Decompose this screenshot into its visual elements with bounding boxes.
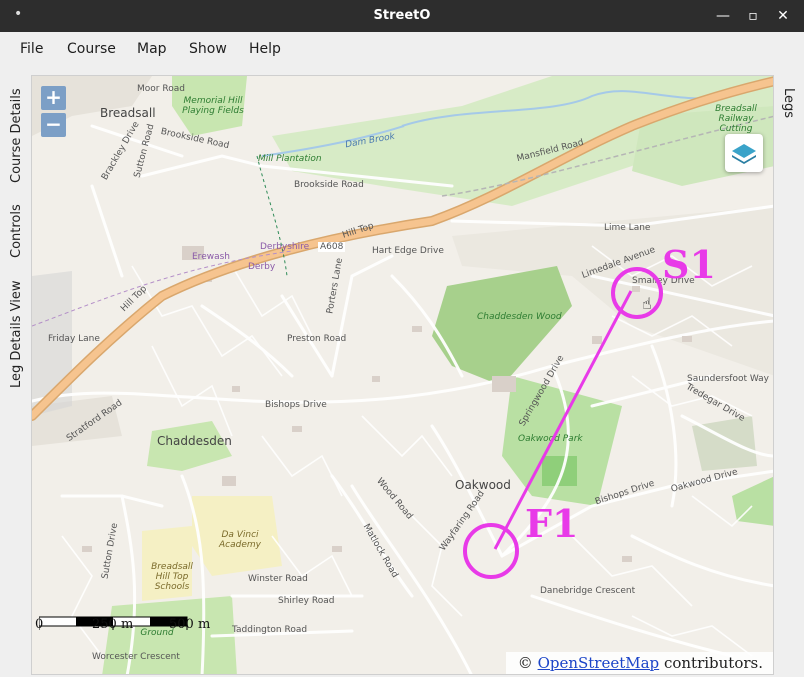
layers-icon <box>732 144 756 164</box>
map-view[interactable]: Breadsall Chaddesden Oakwood Chaddesden … <box>31 75 774 675</box>
openstreetmap-link[interactable]: OpenStreetMap <box>538 654 660 672</box>
menu-map[interactable]: Map <box>137 41 167 57</box>
control-label-s1[interactable]: S1 <box>662 242 716 287</box>
tab-leg-details-view[interactable]: Leg Details View <box>9 281 24 388</box>
menu-help[interactable]: Help <box>249 41 281 57</box>
scale-label-500: 500 m <box>169 617 211 632</box>
zoom-in-button[interactable]: + <box>41 86 66 110</box>
tab-legs[interactable]: Legs <box>781 88 796 118</box>
menu-course[interactable]: Course <box>67 41 116 57</box>
menu-file[interactable]: File <box>20 41 43 57</box>
scale-label-0: 0 <box>35 617 44 632</box>
zoom-out-button[interactable]: − <box>41 113 66 137</box>
tab-course-details[interactable]: Course Details <box>9 88 24 183</box>
hand-cursor-icon: ☝ <box>642 294 652 313</box>
menu-show[interactable]: Show <box>189 41 227 57</box>
control-circle-f1 <box>463 523 519 579</box>
menu-bar: File Course Map Show Help <box>0 32 804 66</box>
copyright-symbol: © <box>517 654 533 672</box>
window-title: StreetO <box>373 8 431 23</box>
maximize-button[interactable]: ▫ <box>741 4 765 28</box>
attribution-suffix: contributors. <box>663 654 763 672</box>
title-bar: • StreetO — ▫ ✕ <box>0 0 804 32</box>
control-circle-s1 <box>611 267 663 319</box>
layers-button[interactable] <box>725 134 763 172</box>
course-overlay <box>463 267 663 579</box>
map-attribution: © OpenStreetMap contributors. <box>505 652 773 674</box>
close-button[interactable]: ✕ <box>771 4 795 28</box>
control-label-f1[interactable]: F1 <box>525 501 578 546</box>
scale-label-250: 250 m <box>92 617 134 632</box>
minimize-button[interactable]: — <box>711 4 735 28</box>
tab-controls[interactable]: Controls <box>9 204 24 258</box>
